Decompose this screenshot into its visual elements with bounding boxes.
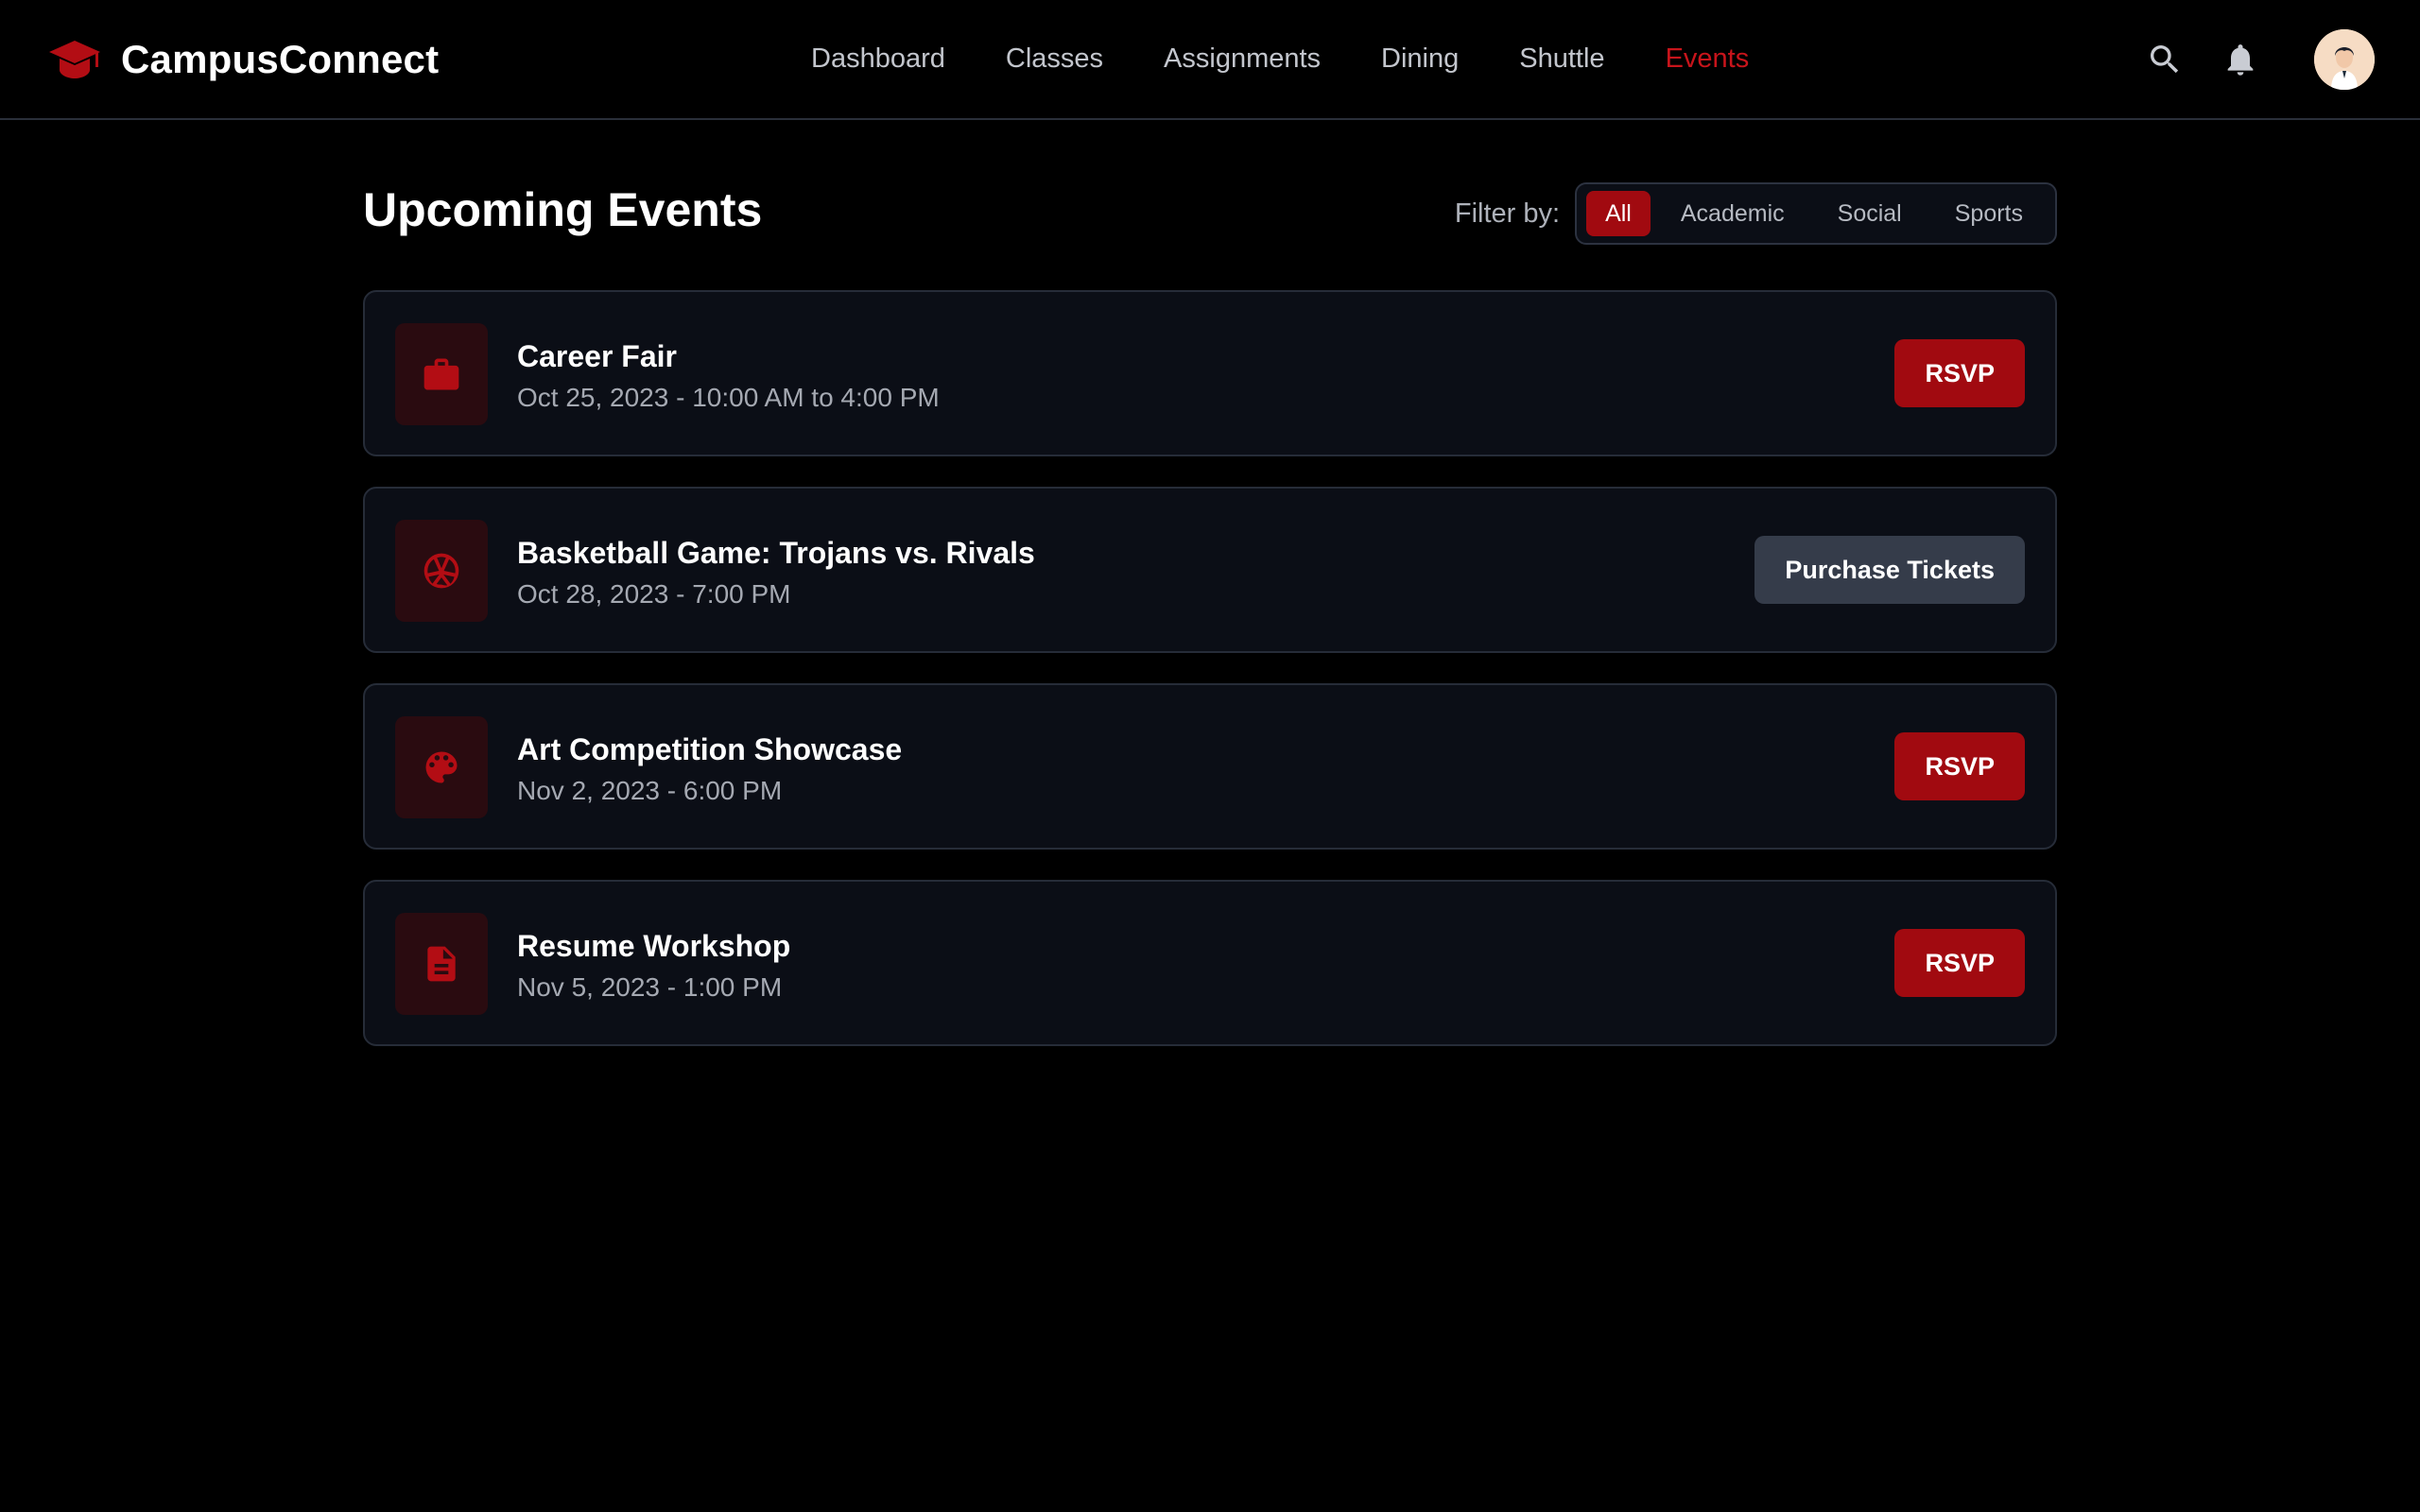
nav-assignments[interactable]: Assignments xyxy=(1164,43,1321,75)
filter-segmented-control: All Academic Social Sports xyxy=(1575,182,2057,245)
filter-all-button[interactable]: All xyxy=(1586,191,1651,236)
app-name: CampusConnect xyxy=(121,36,440,81)
event-date: Oct 28, 2023 - 7:00 PM xyxy=(517,579,791,609)
search-icon[interactable] xyxy=(2146,41,2184,78)
event-info: Basketball Game: Trojans vs. Rivals Oct … xyxy=(517,534,1035,613)
bell-icon[interactable] xyxy=(2221,41,2259,78)
event-date: Nov 5, 2023 - 1:00 PM xyxy=(517,972,783,1002)
event-date: Oct 25, 2023 - 10:00 AM to 4:00 PM xyxy=(517,383,940,412)
event-info: Career Fair Oct 25, 2023 - 10:00 AM to 4… xyxy=(517,337,940,417)
brand[interactable]: CampusConnect xyxy=(47,0,439,118)
event-card: Basketball Game: Trojans vs. Rivals Oct … xyxy=(363,487,2057,653)
briefcase-icon xyxy=(395,323,488,425)
event-title[interactable]: Basketball Game: Trojans vs. Rivals xyxy=(517,534,1035,572)
filter-sports-button[interactable]: Sports xyxy=(1932,191,2046,236)
page-title: Upcoming Events xyxy=(363,183,763,236)
event-info: Resume Workshop Nov 5, 2023 - 1:00 PM xyxy=(517,927,790,1006)
basketball-icon xyxy=(395,520,488,622)
filter-label: Filter by: xyxy=(1454,198,1561,229)
nav-shuttle[interactable]: Shuttle xyxy=(1519,43,1604,75)
palette-icon xyxy=(395,716,488,818)
main-nav: Dashboard Classes Assignments Dining Shu… xyxy=(811,0,1749,118)
top-navbar: CampusConnect Dashboard Classes Assignme… xyxy=(0,0,2420,120)
nav-dashboard[interactable]: Dashboard xyxy=(811,43,945,75)
nav-classes[interactable]: Classes xyxy=(1006,43,1103,75)
event-title[interactable]: Art Competition Showcase xyxy=(517,730,902,768)
nav-events[interactable]: Events xyxy=(1666,43,1750,75)
graduation-cap-icon xyxy=(47,37,102,82)
document-icon xyxy=(395,913,488,1015)
event-card: Resume Workshop Nov 5, 2023 - 1:00 PM RS… xyxy=(363,880,2057,1046)
event-filter: Filter by: All Academic Social Sports xyxy=(1455,182,2057,245)
rsvp-button[interactable]: RSVP xyxy=(1894,732,2025,800)
event-card: Career Fair Oct 25, 2023 - 10:00 AM to 4… xyxy=(363,290,2057,456)
nav-dining[interactable]: Dining xyxy=(1381,43,1459,75)
event-title[interactable]: Resume Workshop xyxy=(517,927,790,965)
rsvp-button[interactable]: RSVP xyxy=(1894,929,2025,997)
header-actions xyxy=(2146,0,2375,118)
event-date: Nov 2, 2023 - 6:00 PM xyxy=(517,776,783,805)
filter-academic-button[interactable]: Academic xyxy=(1658,191,1807,236)
event-info: Art Competition Showcase Nov 2, 2023 - 6… xyxy=(517,730,902,810)
user-avatar[interactable] xyxy=(2314,28,2375,90)
page-header: Upcoming Events Filter by: All Academic … xyxy=(363,120,2057,290)
main-content: Upcoming Events Filter by: All Academic … xyxy=(363,120,2057,1046)
rsvp-button[interactable]: RSVP xyxy=(1894,339,2025,407)
filter-social-button[interactable]: Social xyxy=(1815,191,1925,236)
event-title[interactable]: Career Fair xyxy=(517,337,940,375)
purchase-tickets-button[interactable]: Purchase Tickets xyxy=(1754,536,2025,604)
event-list: Career Fair Oct 25, 2023 - 10:00 AM to 4… xyxy=(363,290,2057,1046)
event-card: Art Competition Showcase Nov 2, 2023 - 6… xyxy=(363,683,2057,850)
